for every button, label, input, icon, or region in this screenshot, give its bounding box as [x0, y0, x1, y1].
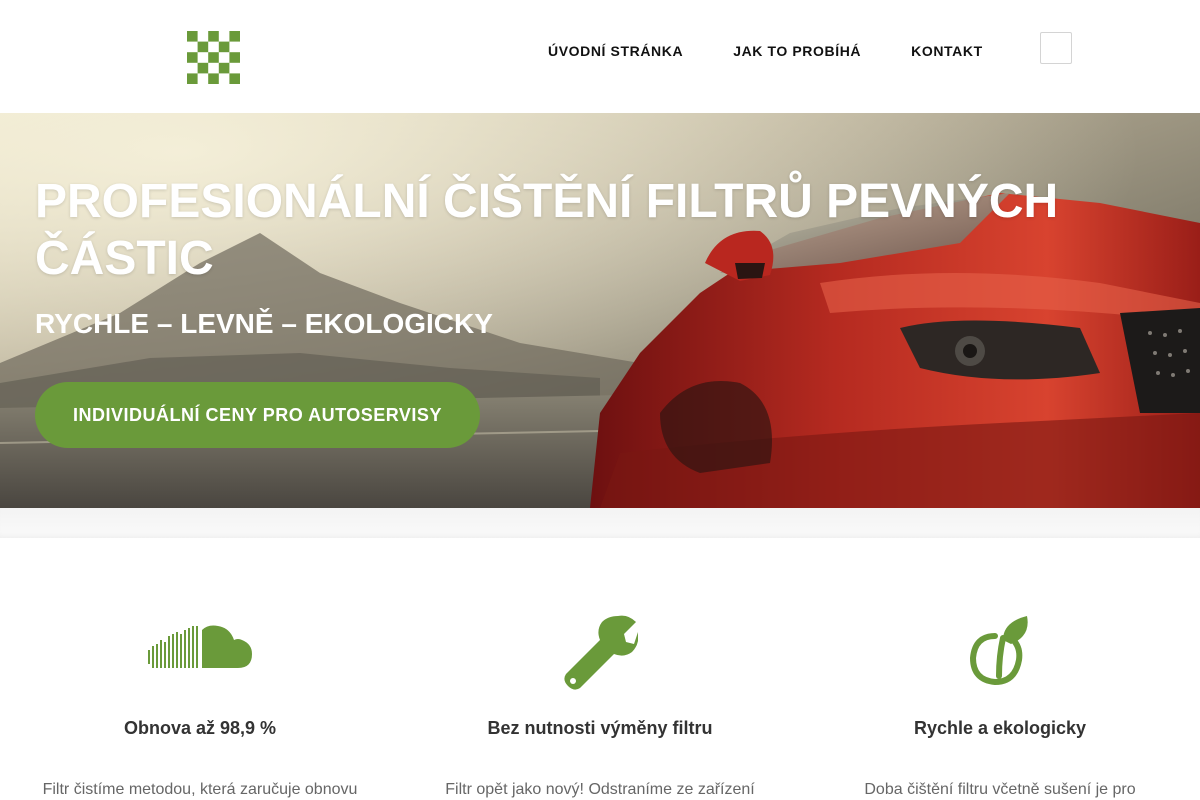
feature-title: Obnova až 98,9 %: [123, 718, 277, 738]
checkered-logo-icon[interactable]: [187, 31, 240, 84]
leaf-apple-icon: [800, 608, 1200, 688]
section-divider: [0, 508, 1200, 538]
hero-subtitle: RYCHLE – LEVNĚ – EKOLOGICKY: [35, 308, 493, 339]
site-header: ÚVODNÍ STRÁNKA JAK TO PROBÍHÁ KONTAKT: [0, 0, 1200, 113]
features-section: Obnova až 98,9 % Filtr čistíme metodou, …: [0, 538, 1200, 800]
hero-title: PROFESIONÁLNÍ ČIŠTĚNÍ FILTRŮ PEVNÝCH ČÁS…: [35, 175, 1059, 285]
cta-button[interactable]: INDIVIDUÁLNÍ CENY PRO AUTOSERVISY: [35, 382, 480, 448]
main-nav: ÚVODNÍ STRÁNKA JAK TO PROBÍHÁ KONTAKT: [548, 43, 983, 59]
feature-title: Bez nutnosti výměny filtru: [487, 718, 713, 738]
nav-contact[interactable]: KONTAKT: [911, 43, 983, 59]
wrench-icon: [400, 608, 800, 690]
feature-text: Filtr čistíme metodou, která zaručuje ob…: [42, 781, 358, 798]
hero-section: PROFESIONÁLNÍ ČIŠTĚNÍ FILTRŮ PEVNÝCH ČÁS…: [0, 113, 1200, 508]
feature-text: Filtr opět jako nový! Odstraníme ze zaří…: [445, 781, 755, 798]
nav-how-it-works[interactable]: JAK TO PROBÍHÁ: [733, 43, 861, 59]
menu-toggle-icon[interactable]: [1040, 32, 1072, 64]
soundcloud-icon: [0, 608, 400, 688]
feature-title: Rychle a ekologicky: [913, 718, 1087, 738]
nav-home[interactable]: ÚVODNÍ STRÁNKA: [548, 43, 683, 59]
feature-text: Doba čištění filtru včetně sušení je pro: [864, 781, 1136, 798]
